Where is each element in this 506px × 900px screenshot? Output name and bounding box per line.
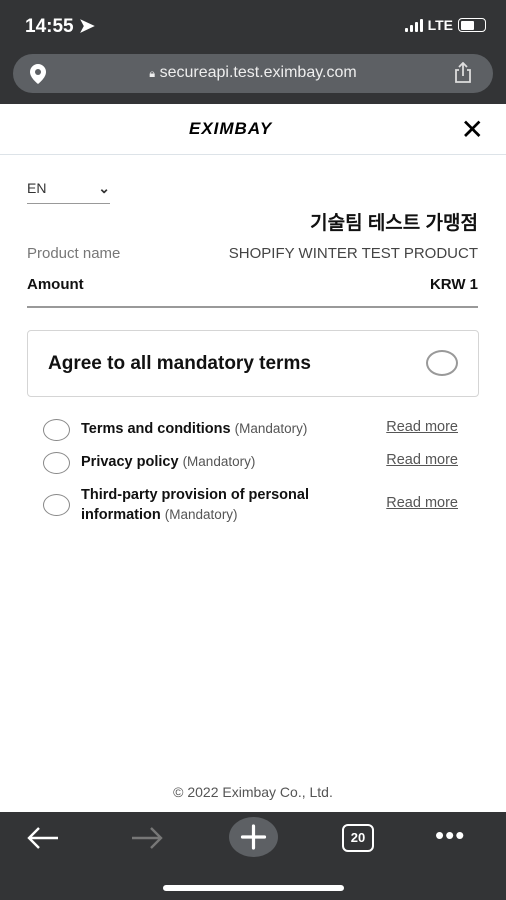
amount-row: Amount KRW 1 bbox=[27, 276, 478, 293]
term-checkbox[interactable] bbox=[43, 494, 70, 516]
agree-all-label: Agree to all mandatory terms bbox=[48, 353, 311, 374]
amount-value: KRW 1 bbox=[429, 276, 478, 293]
term-tag: (Mandatory) bbox=[234, 421, 308, 436]
lock-icon: 🔒︎ bbox=[149, 68, 156, 80]
product-row: Product name SHOPIFY WINTER TEST PRODUCT bbox=[27, 245, 478, 262]
browser-top-bar: 14:55 ➤ LTE 🔒︎ secureapi.test.eximbay.co… bbox=[0, 0, 506, 104]
status-icons: LTE bbox=[404, 17, 486, 33]
term-checkbox[interactable] bbox=[43, 419, 70, 441]
forward-arrow-icon[interactable] bbox=[130, 826, 164, 850]
signal-icon bbox=[404, 18, 423, 32]
share-icon[interactable] bbox=[453, 62, 473, 84]
product-label: Product name bbox=[27, 245, 121, 262]
chevron-down-icon: ⌄ bbox=[98, 180, 110, 196]
status-time: 14:55 ➤ bbox=[25, 15, 95, 38]
close-icon[interactable]: ✕ bbox=[461, 116, 484, 144]
divider bbox=[27, 306, 478, 308]
term-label: Privacy policy bbox=[81, 454, 179, 470]
browser-bottom-bar: 20 ••• bbox=[0, 812, 506, 900]
language-select[interactable]: EN ⌄ bbox=[27, 180, 110, 204]
agree-all-checkbox[interactable] bbox=[426, 350, 458, 376]
term-label: Terms and conditions bbox=[81, 421, 231, 437]
address-bar[interactable]: 🔒︎ secureapi.test.eximbay.com bbox=[13, 54, 493, 93]
product-value: SHOPIFY WINTER TEST PRODUCT bbox=[228, 245, 478, 262]
read-more-link[interactable]: Read more bbox=[386, 495, 458, 511]
term-checkbox[interactable] bbox=[43, 452, 70, 474]
url-text[interactable]: secureapi.test.eximbay.com bbox=[160, 64, 357, 81]
new-tab-icon[interactable] bbox=[229, 817, 278, 857]
read-more-link[interactable]: Read more bbox=[386, 419, 458, 435]
battery-icon bbox=[458, 18, 486, 32]
read-more-link[interactable]: Read more bbox=[386, 452, 458, 468]
agree-all-box[interactable]: Agree to all mandatory terms bbox=[27, 330, 479, 397]
copyright: © 2022 Eximbay Co., Ltd. bbox=[173, 784, 333, 800]
term-tag: (Mandatory) bbox=[182, 454, 256, 469]
home-indicator bbox=[163, 885, 344, 891]
merchant-name: 기술팀 테스트 가맹점 bbox=[310, 213, 478, 234]
eximbay-logo: EXIMBAY bbox=[189, 119, 273, 138]
more-icon[interactable]: ••• bbox=[435, 820, 465, 851]
amount-label: Amount bbox=[27, 276, 84, 293]
network-label: LTE bbox=[427, 17, 453, 33]
language-value: EN bbox=[27, 180, 47, 196]
tabs-button[interactable]: 20 bbox=[342, 824, 374, 852]
location-arrow-icon: ➤ bbox=[78, 16, 95, 37]
back-arrow-icon[interactable] bbox=[26, 826, 60, 850]
time-text: 14:55 bbox=[25, 16, 74, 37]
term-tag: (Mandatory) bbox=[164, 507, 238, 522]
page-header: EXIMBAY ✕ bbox=[0, 104, 506, 155]
